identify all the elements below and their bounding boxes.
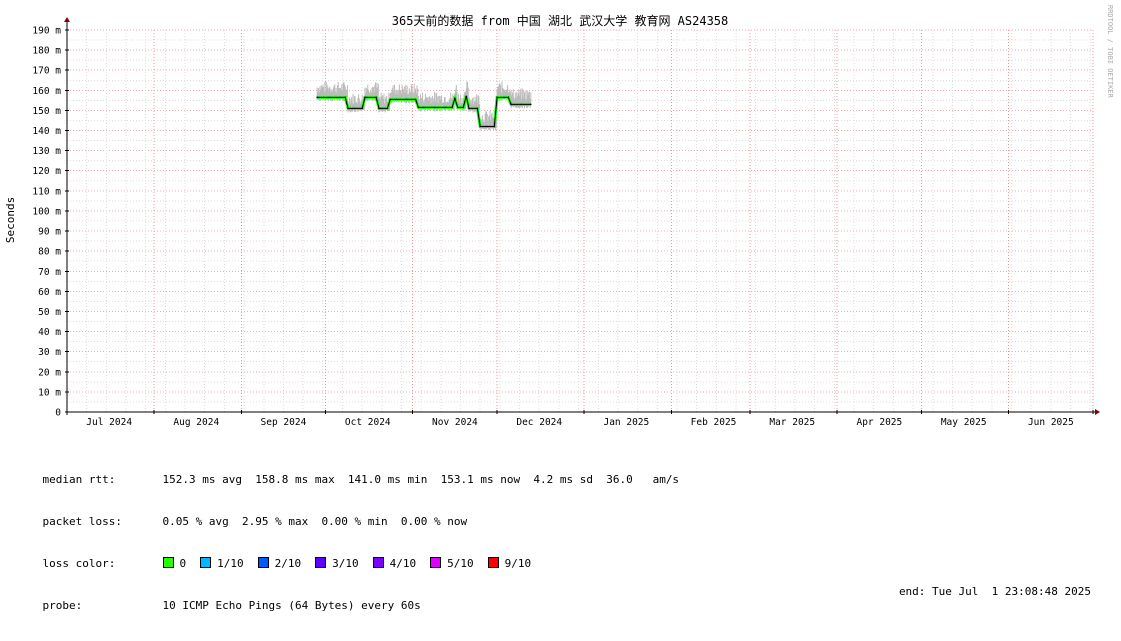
median-point (389, 98, 392, 101)
loss-color-label: loss color: (42, 557, 116, 570)
packet-loss-values: 0.05 % avg 2.95 % max 0.00 % min 0.00 % … (162, 515, 468, 528)
median-point (462, 106, 465, 109)
smokeping-chart: 365天前的数据 from 中国 湖北 武汉大学 教育网 AS24358 Sec… (4, 5, 1114, 428)
y-tick-label: 130 m (32, 146, 61, 157)
x-tick-label: Feb 2025 (691, 417, 737, 428)
median-point (530, 103, 532, 106)
probe-values: 10 ICMP Echo Pings (64 Bytes) every 60s (162, 599, 421, 612)
probe-label: probe: (42, 599, 83, 612)
median-point (347, 107, 349, 110)
median-point (364, 96, 366, 99)
y-tick-label: 0 (55, 408, 61, 419)
median-point (375, 96, 378, 99)
median-rtt-row: median rtt: 152.3 ms avg 158.8 ms max 141… (16, 459, 1106, 486)
median-point (451, 106, 453, 109)
median-point (468, 107, 470, 110)
loss-swatch (200, 557, 212, 568)
loss-swatch (372, 557, 384, 568)
x-tick-label: Jun 2025 (1028, 417, 1074, 428)
x-tick-label: Mar 2025 (769, 417, 815, 428)
y-tick-label: 170 m (32, 66, 61, 77)
loss-swatch-label: 1/10 (217, 557, 244, 570)
median-point (510, 103, 512, 106)
packet-loss-row: packet loss: 0.05 % avg 2.95 % max 0.00 %… (16, 501, 1106, 528)
loss-color-row: loss color: 0 1/10 2/10 3/10 4/10 5/10 9/10 (16, 543, 1106, 570)
loss-swatch-label: 9/10 (504, 557, 532, 570)
y-tick-label: 20 m (38, 367, 61, 378)
x-tick-label: May 2025 (941, 417, 987, 428)
loss-swatch-label: 3/10 (332, 557, 359, 570)
loss-color-items: 0 1/10 2/10 3/10 4/10 5/10 9/10 (162, 557, 546, 571)
x-tick-label: Apr 2025 (856, 417, 902, 428)
median-point (507, 96, 510, 99)
packet-loss-label: packet loss: (42, 515, 122, 528)
y-axis-arrow (64, 17, 70, 22)
y-tick-label: 190 m (32, 26, 61, 37)
median-point (476, 107, 479, 110)
y-tick-label: 90 m (38, 227, 61, 238)
legend: median rtt: 152.3 ms avg 158.8 ms max 141… (16, 431, 1106, 613)
y-tick-label: 70 m (38, 267, 61, 278)
y-tick-label: 50 m (38, 307, 61, 318)
median-point (496, 96, 498, 99)
y-tick-label: 30 m (38, 347, 61, 358)
median-point (454, 97, 456, 100)
median-point (414, 98, 417, 101)
x-axis-arrow (1095, 409, 1100, 415)
y-tick-label: 60 m (38, 287, 61, 298)
median-point (361, 107, 363, 110)
y-axis-label: Seconds (4, 197, 17, 243)
median-point (344, 96, 347, 99)
loss-swatch (487, 557, 499, 568)
axes (64, 17, 1100, 415)
loss-swatch-label: 2/10 (274, 557, 302, 570)
end-timestamp: end: Tue Jul 1 23:08:48 2025 (898, 585, 1091, 598)
loss-swatch-label: 5/10 (447, 557, 474, 570)
grid (66, 29, 1094, 413)
y-tick-label: 180 m (32, 46, 61, 57)
x-tick-label: Aug 2024 (173, 417, 219, 428)
loss-swatch (430, 557, 442, 568)
y-tick-labels: 190 m 180 m 170 m 160 m 150 m 140 m 130 m 120 m… (32, 26, 61, 419)
y-tick-label: 80 m (38, 247, 61, 258)
loss-swatch-label: 4/10 (389, 557, 417, 570)
loss-swatch (257, 557, 269, 568)
x-tick-label: Jul 2024 (86, 417, 132, 428)
y-tick-label: 40 m (38, 327, 61, 338)
x-tick-label: Sep 2024 (261, 417, 307, 428)
y-tick-label: 120 m (32, 166, 61, 177)
probe-row: probe: 10 ICMP Echo Pings (64 Bytes) ever… (16, 585, 1106, 612)
y-tick-label: 100 m (32, 206, 61, 217)
loss-swatch (315, 557, 327, 568)
median-point (493, 125, 496, 128)
x-tick-label: Jan 2025 (603, 417, 649, 428)
chart-title: 365天前的数据 from 中国 湖北 武汉大学 教育网 AS24358 (392, 13, 729, 28)
median-point (479, 125, 482, 128)
median-rtt-values: 152.3 ms avg 158.8 ms max 141.0 ms min 1… (162, 473, 680, 486)
median-point (417, 106, 420, 109)
median-rtt-label: median rtt: (42, 473, 116, 486)
y-tick-label: 110 m (32, 186, 61, 197)
x-tick-labels: Jul 2024 Aug 2024 Sep 2024 Oct 2024 Nov 2024… (86, 417, 1073, 428)
x-tick-label: Oct 2024 (345, 417, 391, 428)
y-tick-label: 10 m (38, 387, 61, 398)
y-tick-label: 160 m (32, 86, 61, 97)
median-point (456, 106, 459, 109)
y-tick-label: 150 m (32, 106, 61, 117)
loss-swatch-label: 0 (179, 557, 187, 570)
y-tick-label: 140 m (32, 126, 61, 137)
median-point (465, 95, 467, 98)
watermark: RRDTOOL / TOBI OETIKER (1106, 5, 1114, 99)
x-tick-label: Dec 2024 (516, 417, 562, 428)
loss-swatch (162, 557, 174, 568)
median-point (316, 96, 318, 99)
median-point (378, 107, 380, 110)
x-tick-label: Nov 2024 (432, 417, 478, 428)
median-point (386, 107, 389, 110)
